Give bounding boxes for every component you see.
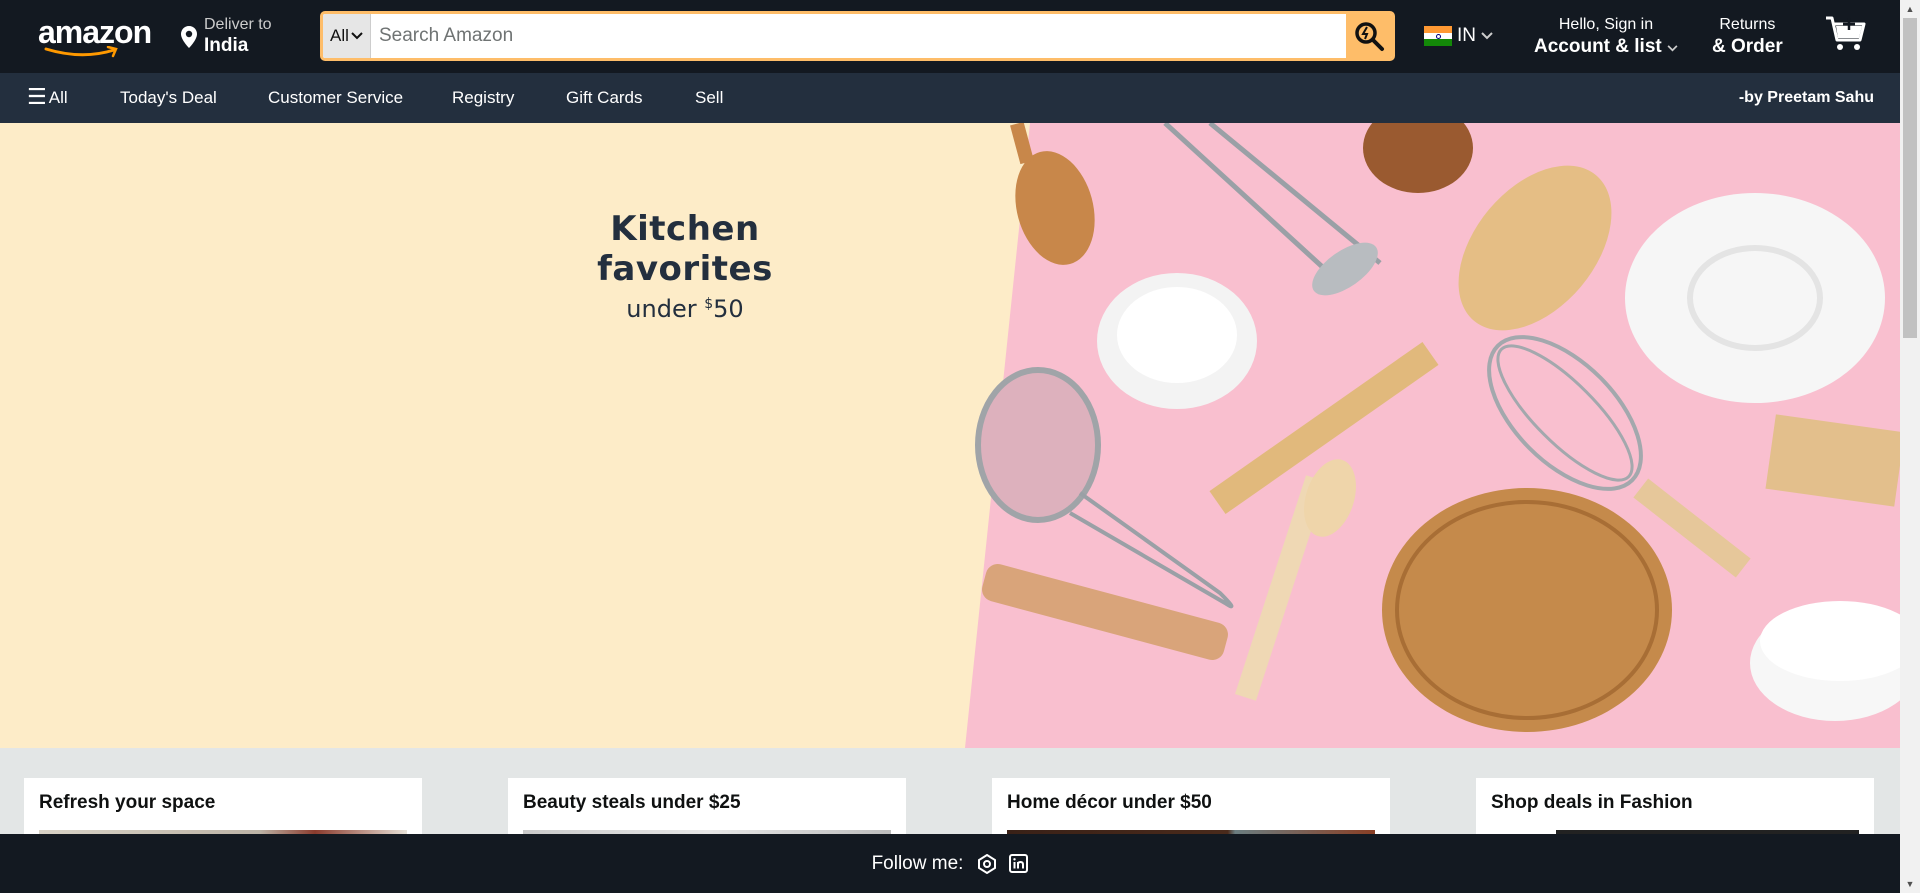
amazon-logo[interactable]: amazon bbox=[38, 14, 152, 58]
nav-item-customer-service[interactable]: Customer Service bbox=[268, 88, 403, 108]
hero-banner[interactable]: Kitchen favorites under $50 bbox=[0, 123, 1900, 748]
top-navbar: amazon Deliver to India All Search Amazo… bbox=[0, 0, 1900, 73]
logo-smile-icon bbox=[44, 46, 118, 58]
language-code: IN bbox=[1457, 25, 1476, 46]
search-bar: All bbox=[320, 11, 1395, 61]
hamburger-icon: ☰ bbox=[27, 84, 47, 109]
india-flag-icon bbox=[1424, 26, 1452, 47]
account-greeting: Hello, Sign in bbox=[1558, 16, 1654, 33]
language-selector[interactable]: IN bbox=[1424, 25, 1493, 47]
card-title: Beauty steals under $25 bbox=[523, 792, 741, 813]
portfolio-icon[interactable] bbox=[977, 853, 997, 874]
card-title: Refresh your space bbox=[39, 792, 216, 813]
search-category-select[interactable]: All bbox=[323, 14, 371, 58]
nav-item-gift-cards[interactable]: Gift Cards bbox=[566, 88, 643, 108]
hero-subtitle-prefix: under bbox=[626, 295, 705, 323]
follow-footer: Follow me: bbox=[0, 834, 1900, 893]
hero-headline: Kitchen favorites under $50 bbox=[520, 209, 850, 323]
card-title: Shop deals in Fashion bbox=[1491, 792, 1693, 813]
card-title: Home décor under $50 bbox=[1007, 792, 1212, 813]
nav-item-registry[interactable]: Registry bbox=[452, 88, 514, 108]
search-button[interactable] bbox=[1346, 14, 1392, 58]
account-menu[interactable]: Hello, Sign in Account & list bbox=[1534, 15, 1678, 59]
search-input[interactable] bbox=[371, 14, 1346, 58]
search-category-label: All bbox=[330, 26, 349, 45]
deliver-to[interactable]: Deliver to India bbox=[180, 15, 272, 57]
scroll-up-icon[interactable]: ▲ bbox=[1900, 0, 1920, 18]
location-pin-icon bbox=[181, 26, 197, 48]
chevron-down-icon bbox=[1481, 32, 1493, 40]
chevron-down-icon bbox=[351, 32, 363, 40]
deliver-country: India bbox=[204, 35, 249, 56]
nav-item-sell[interactable]: Sell bbox=[695, 88, 723, 108]
orders-label: & Order bbox=[1712, 36, 1783, 57]
page-scrollbar[interactable]: ▲ ▼ bbox=[1900, 0, 1920, 893]
scrollbar-thumb[interactable] bbox=[1903, 18, 1917, 338]
hero-kitchen-image bbox=[965, 123, 1900, 748]
scroll-down-icon[interactable]: ▼ bbox=[1900, 875, 1920, 893]
all-menu-button[interactable]: ☰ All bbox=[27, 86, 68, 108]
follow-label: Follow me: bbox=[871, 852, 964, 874]
hero-subtitle-currency: $ bbox=[704, 296, 714, 312]
hero-subtitle: under $50 bbox=[520, 295, 850, 323]
logo-text: amazon bbox=[38, 14, 152, 50]
hero-subtitle-amount: 50 bbox=[713, 295, 744, 323]
cart-icon bbox=[1826, 16, 1866, 50]
author-byline: -by Preetam Sahu bbox=[1738, 89, 1874, 106]
search-icon bbox=[1355, 22, 1384, 51]
all-menu-label: All bbox=[48, 88, 68, 107]
returns-orders[interactable]: Returns & Order bbox=[1712, 15, 1783, 59]
chevron-down-icon bbox=[1667, 45, 1678, 52]
cart-button[interactable] bbox=[1824, 14, 1868, 54]
account-label: Account & list bbox=[1534, 36, 1662, 57]
deliver-label: Deliver to bbox=[204, 16, 272, 33]
hero-title: Kitchen favorites bbox=[597, 209, 773, 289]
returns-label: Returns bbox=[1719, 16, 1776, 33]
secondary-navbar: ☰ All Today's Deal Customer Service Regi… bbox=[0, 73, 1900, 123]
nav-item-todays-deal[interactable]: Today's Deal bbox=[120, 88, 217, 108]
linkedin-icon[interactable] bbox=[1009, 854, 1029, 873]
account-label-wrap: Account & list bbox=[1534, 35, 1678, 59]
